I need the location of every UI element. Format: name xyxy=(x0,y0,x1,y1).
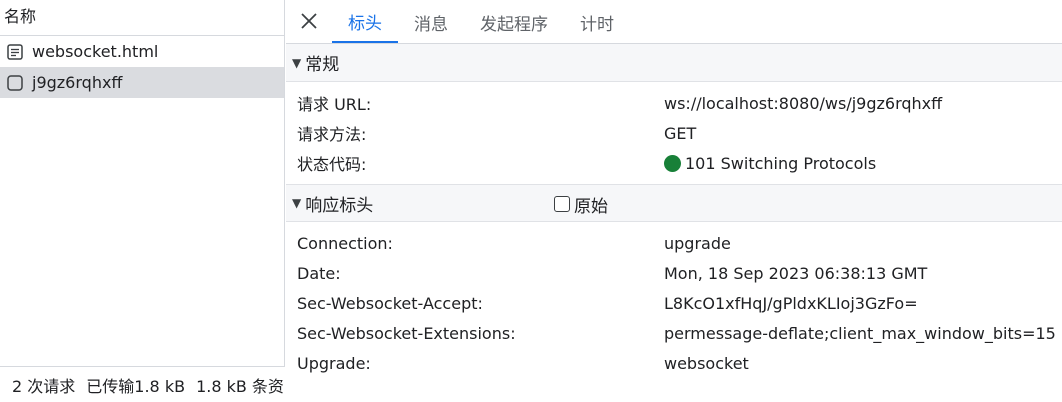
triangle-down-icon: ▼ xyxy=(292,196,302,210)
general-row: 请求 URL: ws://localhost:8080/ws/j9gz6rqhx… xyxy=(286,88,1062,118)
document-icon xyxy=(6,43,24,61)
tab-headers[interactable]: 标头 xyxy=(332,1,398,43)
resources-size: 1.8 kB 条资 xyxy=(196,376,284,396)
header-key: Upgrade: xyxy=(297,353,371,373)
header-value: permessage-deflate;client_max_window_bit… xyxy=(664,323,1056,343)
status-code-text: 101 Switching Protocols xyxy=(685,153,877,173)
raw-label: 原始 xyxy=(574,196,608,217)
header-value: L8KcO1xfHqJ/gPldxKLIoj3GzFo= xyxy=(664,293,918,313)
raw-checkbox[interactable] xyxy=(554,196,570,212)
response-header-row: Sec-Websocket-Extensions: permessage-def… xyxy=(286,318,1062,348)
header-key: 请求方法: xyxy=(297,125,367,144)
response-headers-body: Connection: upgrade Date: Mon, 18 Sep 20… xyxy=(286,222,1062,384)
header-key: 状态代码: xyxy=(297,155,367,174)
raw-headers-toggle[interactable]: 原始 xyxy=(554,185,608,223)
triangle-down-icon: ▼ xyxy=(292,55,302,70)
details-tab-bar: 标头 消息 发起程序 计时 xyxy=(286,0,1062,44)
websocket-icon xyxy=(6,74,24,92)
header-key: Date: xyxy=(297,263,341,283)
general-section-body: 请求 URL: ws://localhost:8080/ws/j9gz6rqhx… xyxy=(286,82,1062,184)
header-key: 请求 URL: xyxy=(297,95,372,114)
request-row-websocket[interactable]: j9gz6rqhxff xyxy=(0,67,284,98)
general-section-header[interactable]: ▼ 常规 xyxy=(286,44,1062,82)
general-section-title: 常规 xyxy=(305,55,340,75)
status-code-value: 101 Switching Protocols xyxy=(664,154,876,173)
tab-messages[interactable]: 消息 xyxy=(398,1,464,43)
tab-timing[interactable]: 计时 xyxy=(564,1,630,43)
response-headers-title: 响应标头 xyxy=(305,195,374,216)
name-column-header[interactable]: 名称 xyxy=(0,0,284,36)
request-row-websocket-html[interactable]: websocket.html xyxy=(0,36,284,67)
response-header-row: Connection: upgrade xyxy=(286,228,1062,258)
transferred-size: 已传输1.8 kB xyxy=(86,376,186,396)
request-details-panel: 标头 消息 发起程序 计时 ▼ 常规 请求 URL: ws://localhos… xyxy=(286,0,1062,402)
response-header-row: Upgrade: websocket xyxy=(286,348,1062,378)
header-value: ws://localhost:8080/ws/j9gz6rqhxff xyxy=(664,93,943,113)
header-key: Sec-Websocket-Accept: xyxy=(297,293,483,313)
response-headers-section-header[interactable]: ▼ 响应标头 原始 xyxy=(286,184,1062,222)
header-value: upgrade xyxy=(664,233,731,253)
header-value: websocket xyxy=(664,353,749,373)
response-header-row: Date: Mon, 18 Sep 2023 06:38:13 GMT xyxy=(286,258,1062,288)
general-row: 状态代码: 101 Switching Protocols xyxy=(286,148,1062,178)
header-key: Sec-Websocket-Extensions: xyxy=(297,323,516,343)
tab-initiator[interactable]: 发起程序 xyxy=(464,1,564,43)
status-dot-icon xyxy=(664,154,681,172)
request-list-panel: 名称 websocket.html j9gz6rqhxff 2 次请求 已传输1… xyxy=(0,0,285,402)
close-icon[interactable] xyxy=(286,0,332,43)
summary-status-bar: 2 次请求 已传输1.8 kB 1.8 kB 条资 xyxy=(0,366,285,402)
request-count: 2 次请求 xyxy=(12,376,76,396)
response-header-row: Sec-Websocket-Accept: L8KcO1xfHqJ/gPldxK… xyxy=(286,288,1062,318)
request-name: j9gz6rqhxff xyxy=(32,73,123,92)
header-value: Mon, 18 Sep 2023 06:38:13 GMT xyxy=(664,263,928,283)
header-value: GET xyxy=(664,123,697,143)
header-key: Connection: xyxy=(297,233,393,253)
general-row: 请求方法: GET xyxy=(286,118,1062,148)
request-name: websocket.html xyxy=(32,42,159,61)
